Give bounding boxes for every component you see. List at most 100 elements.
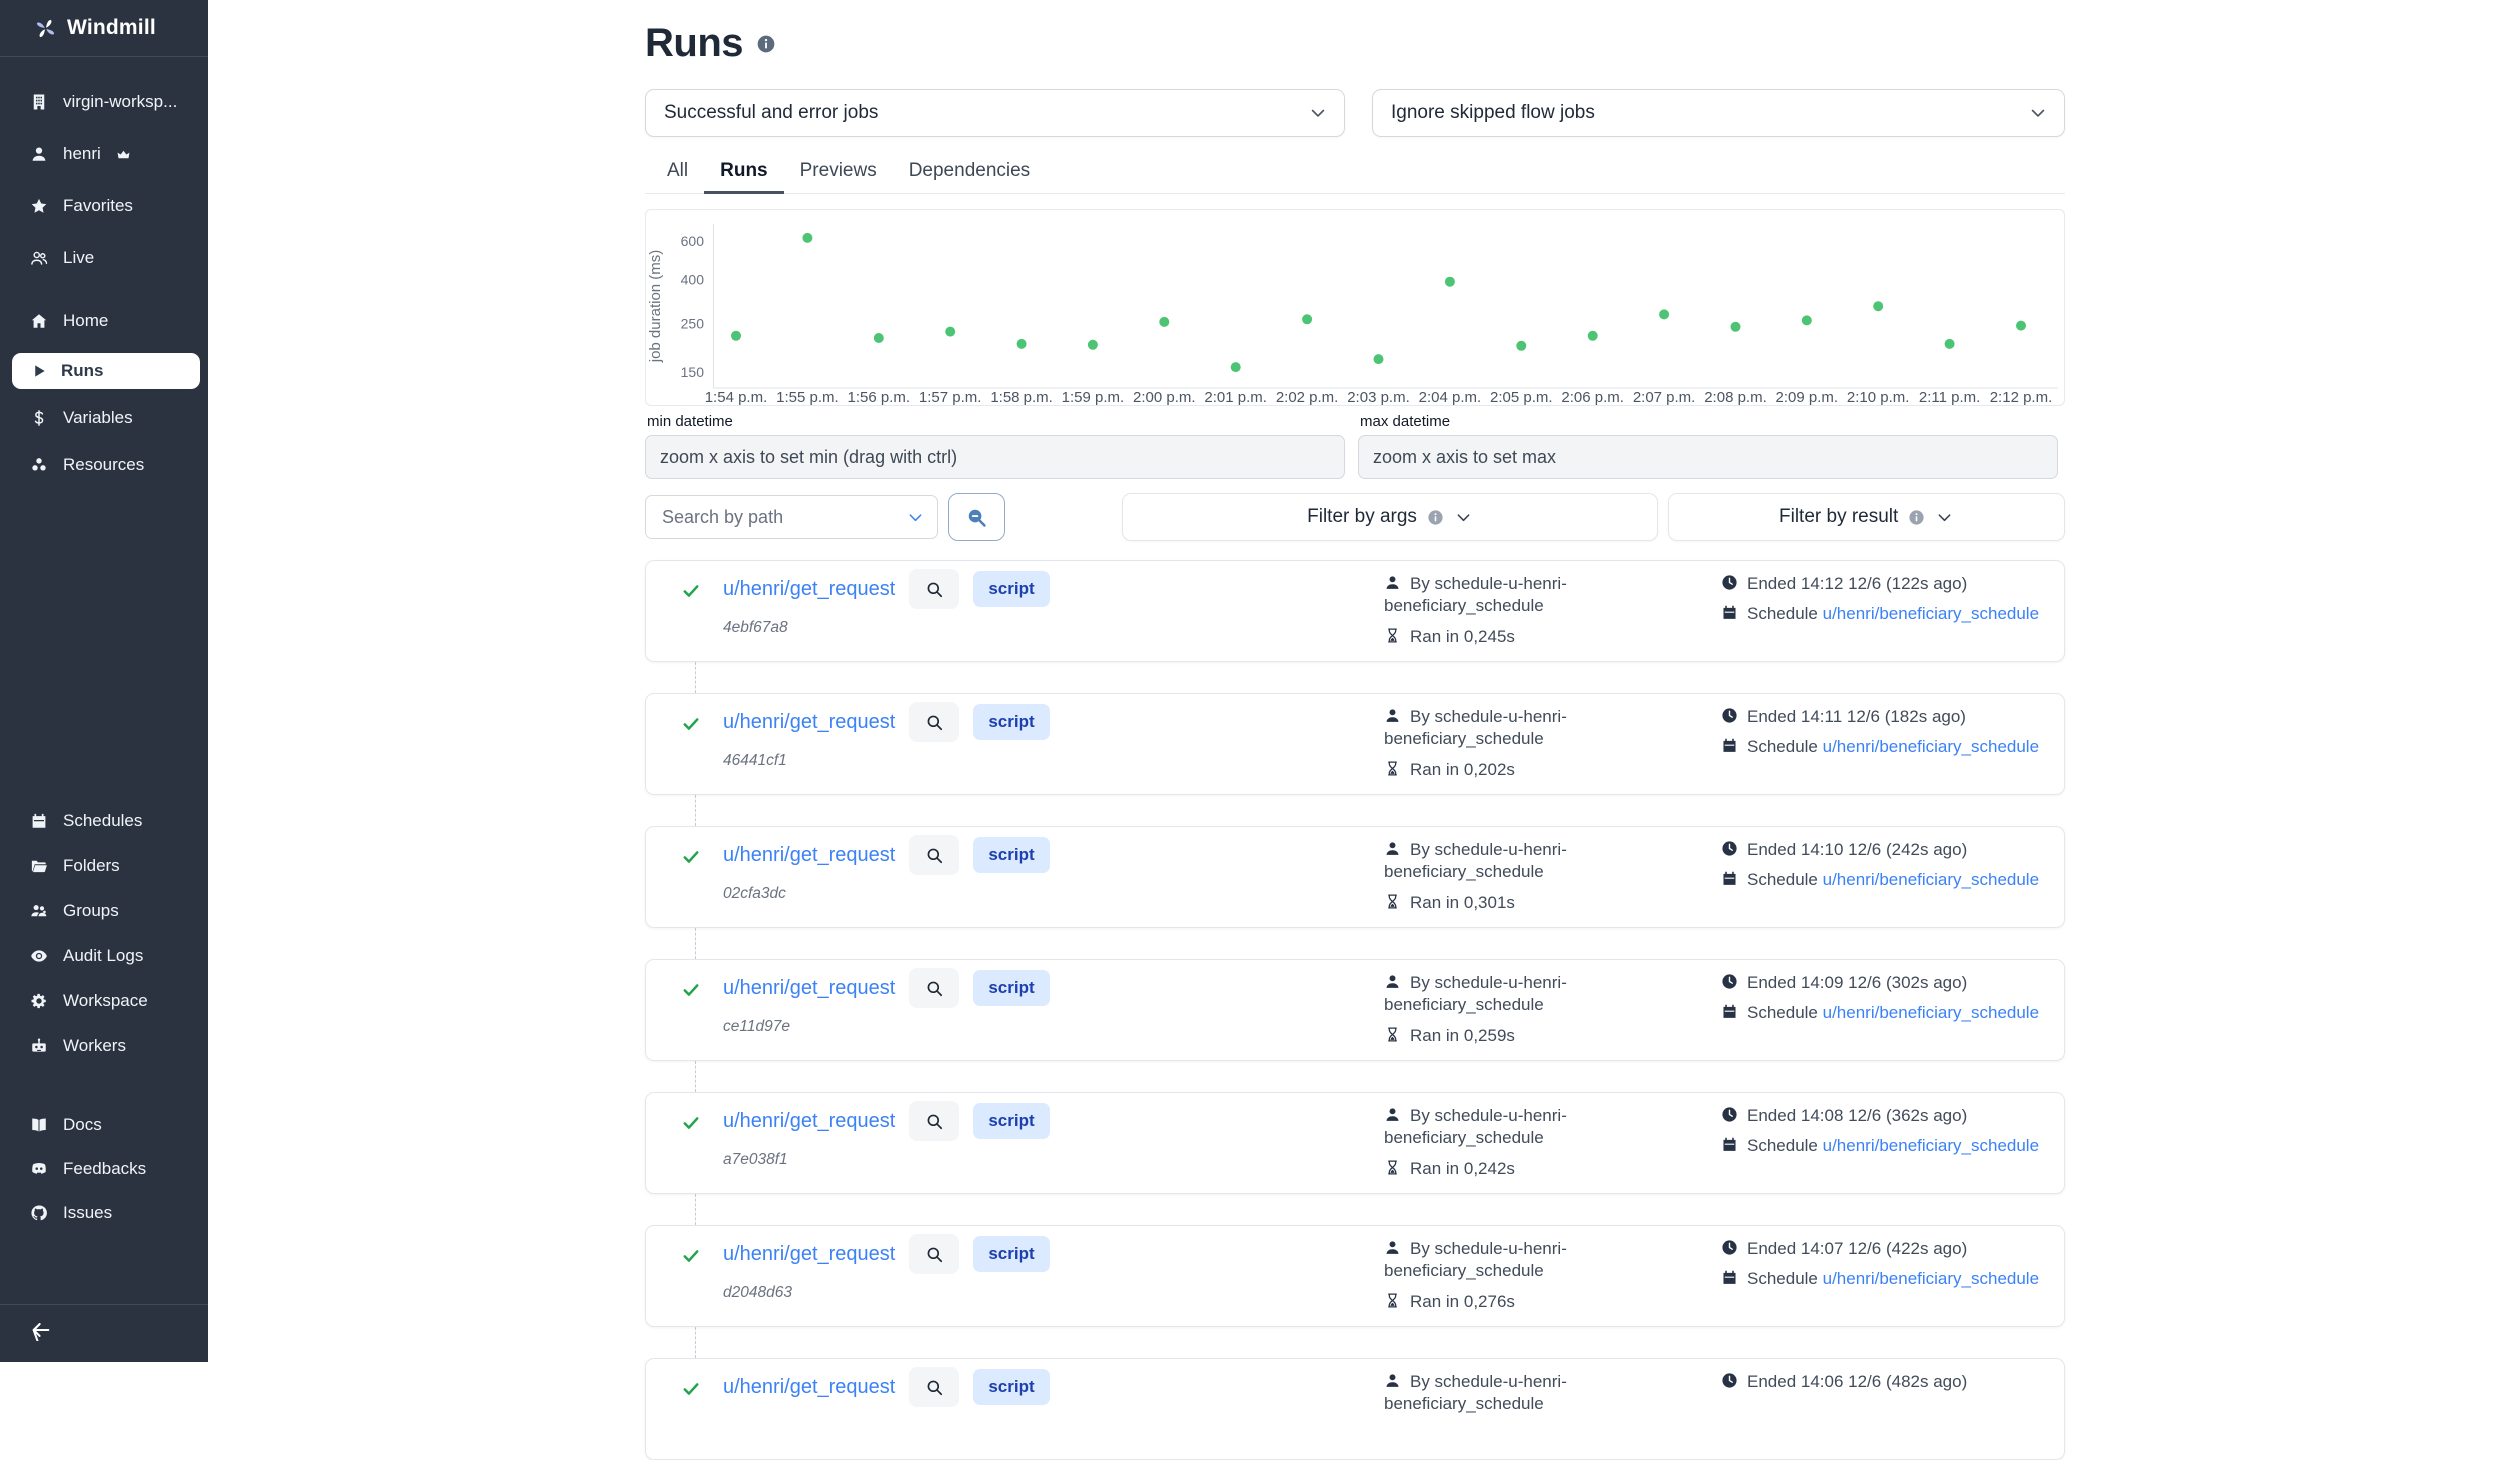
sidebar-item-issues[interactable]: Issues xyxy=(0,1198,208,1228)
main-area: Runs Successful and error jobs Ignore sk… xyxy=(208,0,2500,1362)
svg-text:1:56 p.m.: 1:56 p.m. xyxy=(848,389,911,405)
run-card[interactable]: u/henri/get_requestscriptBy schedule-u-h… xyxy=(645,1358,2065,1460)
inspect-run-button[interactable] xyxy=(909,702,959,742)
sidebar-item-label: Home xyxy=(63,311,108,331)
dollar-icon xyxy=(30,409,48,427)
success-check-icon xyxy=(681,581,701,601)
folder-icon xyxy=(30,857,48,875)
sidebar-item-workers[interactable]: Workers xyxy=(0,1031,208,1061)
tab-dependencies[interactable]: Dependencies xyxy=(893,152,1046,194)
sidebar-item-label: Live xyxy=(63,248,94,268)
search-by-path-select[interactable]: Search by path xyxy=(645,495,938,539)
run-card[interactable]: u/henri/get_requestscriptce11d97eBy sche… xyxy=(645,959,2065,1061)
inspect-run-button[interactable] xyxy=(909,1234,959,1274)
tab-all[interactable]: All xyxy=(651,152,704,194)
inspect-run-button[interactable] xyxy=(909,1367,959,1407)
search-icon xyxy=(925,1112,944,1131)
run-path-link[interactable]: u/henri/get_request xyxy=(723,1243,895,1266)
run-ended-at: Ended 14:08 12/6 (362s ago) xyxy=(1721,1105,2066,1127)
run-path-link[interactable]: u/henri/get_request xyxy=(723,578,895,601)
book-icon xyxy=(30,1116,48,1134)
max-datetime-input[interactable] xyxy=(1358,435,2058,479)
run-duration: Ran in 0,245s xyxy=(1384,626,1646,648)
run-path-link[interactable]: u/henri/get_request xyxy=(723,711,895,734)
inspect-run-button[interactable] xyxy=(909,835,959,875)
calendar-icon xyxy=(1721,604,1738,621)
sidebar-item-virgin-worksp[interactable]: virgin-worksp... xyxy=(0,87,208,117)
svg-text:1:54 p.m.: 1:54 p.m. xyxy=(705,389,768,405)
chevron-down-icon xyxy=(1308,103,1328,123)
search-button[interactable] xyxy=(948,493,1005,541)
sidebar-item-variables[interactable]: Variables xyxy=(0,403,208,433)
run-card[interactable]: u/henri/get_requestscript46441cf1By sche… xyxy=(645,693,2065,795)
discord-icon xyxy=(30,1160,48,1178)
schedule-link[interactable]: u/henri/beneficiary_schedule xyxy=(1823,1269,2039,1288)
run-card[interactable]: u/henri/get_requestscript02cfa3dcBy sche… xyxy=(645,826,2065,928)
run-path-link[interactable]: u/henri/get_request xyxy=(723,977,895,1000)
sidebar: Windmill virgin-worksp... henri Favorites L… xyxy=(0,0,208,1362)
svg-text:1:58 p.m.: 1:58 p.m. xyxy=(990,389,1053,405)
run-connector xyxy=(695,1327,696,1358)
sidebar-item-workspace[interactable]: Workspace xyxy=(0,986,208,1016)
flow-filter-select[interactable]: Ignore skipped flow jobs xyxy=(1372,89,2065,137)
sidebar-item-groups[interactable]: Groups xyxy=(0,896,208,926)
run-path-link[interactable]: u/henri/get_request xyxy=(723,1376,895,1399)
tab-runs[interactable]: Runs xyxy=(704,152,784,194)
job-duration-chart[interactable]: job duration (ms)1502504006001:54 p.m.1:… xyxy=(645,209,2065,406)
inspect-run-button[interactable] xyxy=(909,569,959,609)
home-icon xyxy=(30,312,48,330)
sidebar-item-favorites[interactable]: Favorites xyxy=(0,191,208,221)
inspect-run-button[interactable] xyxy=(909,1101,959,1141)
job-status-select-value: Successful and error jobs xyxy=(664,102,878,124)
flow-filter-select-value: Ignore skipped flow jobs xyxy=(1391,102,1595,124)
sidebar-item-runs[interactable]: Runs xyxy=(12,353,200,389)
svg-text:1:59 p.m.: 1:59 p.m. xyxy=(1062,389,1125,405)
clock-icon xyxy=(1721,1372,1738,1389)
windmill-logo-icon xyxy=(34,17,57,40)
sidebar-item-feedbacks[interactable]: Feedbacks xyxy=(0,1154,208,1184)
calendar-icon xyxy=(1721,1136,1738,1153)
svg-text:job duration (ms): job duration (ms) xyxy=(647,250,664,364)
run-path-link[interactable]: u/henri/get_request xyxy=(723,1110,895,1133)
info-icon[interactable] xyxy=(756,34,776,54)
hourglass-icon xyxy=(1384,1292,1401,1309)
min-datetime-input[interactable] xyxy=(645,435,1345,479)
sidebar-item-audit-logs[interactable]: Audit Logs xyxy=(0,941,208,971)
sidebar-item-docs[interactable]: Docs xyxy=(0,1110,208,1140)
sidebar-item-resources[interactable]: Resources xyxy=(0,450,208,480)
svg-text:2:09 p.m.: 2:09 p.m. xyxy=(1776,389,1839,405)
schedule-link[interactable]: u/henri/beneficiary_schedule xyxy=(1823,737,2039,756)
run-path-link[interactable]: u/henri/get_request xyxy=(723,844,895,867)
job-kind-badge: script xyxy=(973,970,1049,1006)
sidebar-item-live[interactable]: Live xyxy=(0,243,208,273)
chevron-down-icon xyxy=(1935,508,1954,527)
sidebar-item-label: Issues xyxy=(63,1203,112,1223)
sidebar-collapse[interactable] xyxy=(0,1304,208,1362)
app-logo[interactable]: Windmill xyxy=(0,0,208,57)
search-icon xyxy=(925,1378,944,1397)
filter-by-args-button[interactable]: Filter by args xyxy=(1122,493,1659,541)
sidebar-item-henri[interactable]: henri xyxy=(0,139,208,169)
sidebar-manage-group: Schedules Folders Groups Audit Logs Workspac… xyxy=(0,806,208,1061)
inspect-run-button[interactable] xyxy=(909,968,959,1008)
run-connector xyxy=(695,928,696,959)
schedule-link[interactable]: u/henri/beneficiary_schedule xyxy=(1823,1136,2039,1155)
schedule-link[interactable]: u/henri/beneficiary_schedule xyxy=(1823,604,2039,623)
run-card[interactable]: u/henri/get_requestscriptd2048d63By sche… xyxy=(645,1225,2065,1327)
filter-by-result-button[interactable]: Filter by result xyxy=(1668,493,2065,541)
sidebar-item-home[interactable]: Home xyxy=(0,306,208,336)
job-kind-badge: script xyxy=(973,704,1049,740)
sidebar-nav-group: Home Runs Variables Resources xyxy=(0,306,208,480)
run-id: ce11d97e xyxy=(723,1018,790,1036)
min-datetime-label: min datetime xyxy=(647,413,1345,430)
run-card[interactable]: u/henri/get_requestscript4ebf67a8By sche… xyxy=(645,560,2065,662)
schedule-link[interactable]: u/henri/beneficiary_schedule xyxy=(1823,1003,2039,1022)
run-card[interactable]: u/henri/get_requestscripta7e038f1By sche… xyxy=(645,1092,2065,1194)
svg-text:2:04 p.m.: 2:04 p.m. xyxy=(1419,389,1482,405)
job-status-select[interactable]: Successful and error jobs xyxy=(645,89,1345,137)
schedule-link[interactable]: u/henri/beneficiary_schedule xyxy=(1823,870,2039,889)
sidebar-item-folders[interactable]: Folders xyxy=(0,851,208,881)
tab-previews[interactable]: Previews xyxy=(784,152,893,194)
sidebar-workspace-group: virgin-worksp... henri Favorites Live xyxy=(0,87,208,273)
sidebar-item-schedules[interactable]: Schedules xyxy=(0,806,208,836)
